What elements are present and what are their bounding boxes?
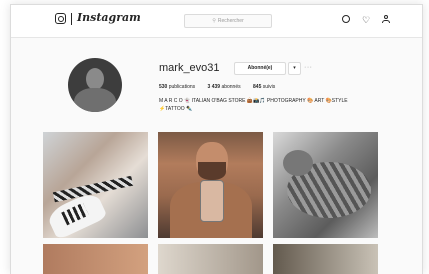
logo-divider xyxy=(71,13,72,25)
followers-stat[interactable]: 3 439 abonnés xyxy=(208,84,241,90)
post-thumbnail[interactable] xyxy=(158,132,263,238)
post-thumbnail[interactable] xyxy=(43,244,148,274)
following-stat[interactable]: 845 suivis xyxy=(253,84,275,90)
post-thumbnail[interactable] xyxy=(273,132,378,238)
profile-username: mark_evo31 xyxy=(159,62,220,74)
bio-line-2: ⚡TATTOO ✒️ xyxy=(159,106,193,112)
top-navigation-bar: Instagram ⚲ Rechercher ♡ xyxy=(11,5,422,38)
posts-stat: 530 publications xyxy=(159,84,196,90)
profile-stats: 530 publications 3 439 abonnés 845 suivi… xyxy=(159,84,286,90)
search-icon: ⚲ xyxy=(212,18,216,24)
post-thumbnail[interactable] xyxy=(273,244,378,274)
profile-bio: M A R C O 👻 ITALIAN O'BAG STORE 👜📸🎵 PHOT… xyxy=(159,97,399,113)
search-placeholder: Rechercher xyxy=(217,18,244,24)
avatar[interactable] xyxy=(68,58,122,112)
instagram-glyph-icon[interactable] xyxy=(55,13,66,24)
instagram-wordmark[interactable]: Instagram xyxy=(77,11,141,24)
post-thumbnail[interactable] xyxy=(43,132,148,238)
compass-icon[interactable] xyxy=(341,15,351,25)
post-thumbnail[interactable] xyxy=(158,244,263,274)
person-icon[interactable] xyxy=(381,15,391,25)
following-button[interactable]: Abonné(e) xyxy=(234,62,286,75)
suggestions-dropdown-button[interactable]: ▾ xyxy=(288,62,301,75)
search-input[interactable]: ⚲ Rechercher xyxy=(184,14,272,28)
heart-icon[interactable]: ♡ xyxy=(361,15,371,25)
more-options-icon[interactable]: ··· xyxy=(304,62,313,73)
bio-line-1: M A R C O 👻 ITALIAN O'BAG STORE 👜📸🎵 PHOT… xyxy=(159,98,348,104)
